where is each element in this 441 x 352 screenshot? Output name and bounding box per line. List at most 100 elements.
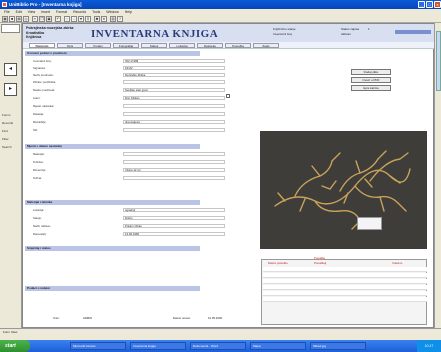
filter-icon[interactable]: ▼ <box>78 16 84 22</box>
menu-item-1[interactable]: Edit <box>16 10 22 14</box>
field-label: Materijal: <box>33 152 45 156</box>
lookup-icon[interactable] <box>226 94 230 98</box>
minimize-button[interactable]: _ <box>418 1 425 8</box>
nav-forward-button[interactable]: ▸ <box>4 83 17 96</box>
menu-item-0[interactable]: File <box>4 10 10 14</box>
field-input[interactable] <box>123 175 225 180</box>
taskbar-task-0[interactable]: Microsoft Access <box>70 342 126 350</box>
field-input[interactable]: Poklon zbirke <box>123 223 225 228</box>
field-input[interactable] <box>123 79 225 84</box>
field-input[interactable] <box>123 151 225 156</box>
new-record-icon[interactable]: ✱ <box>94 16 100 22</box>
print-card-button[interactable]: Ispis kartice <box>351 85 391 91</box>
taskbar-task-1[interactable]: Inventarna knjiga <box>130 342 186 350</box>
copy-icon[interactable]: ❐ <box>39 16 45 22</box>
field-input[interactable]: INV-17489 <box>123 58 225 63</box>
paste-icon[interactable]: ▣ <box>46 16 52 22</box>
grid-row[interactable] <box>263 297 427 302</box>
field-input[interactable] <box>123 127 225 132</box>
add-image-button[interactable]: Dodaj sliku <box>351 69 391 75</box>
field-label: Stanje: <box>33 216 42 220</box>
grid-row[interactable] <box>263 291 427 296</box>
field-input[interactable]: Don čičikan <box>123 95 225 100</box>
menu-item-4[interactable]: Format <box>56 10 67 14</box>
field-input[interactable]: ogradnji <box>123 207 225 212</box>
section-origin: Mjesto i datum nastanka <box>25 144 200 149</box>
tab-1[interactable]: Opis <box>57 43 83 48</box>
maximize-button[interactable]: □ <box>426 1 433 8</box>
tab-8[interactable]: Zapis <box>253 43 279 48</box>
print-icon[interactable]: ▤ <box>16 16 22 22</box>
tab-4[interactable]: Status <box>141 43 167 48</box>
design-view-icon[interactable]: ▦ <box>2 16 8 22</box>
footer-value-a[interactable]: ADMIN <box>83 316 92 320</box>
status-value[interactable]: Aktivan <box>341 32 351 36</box>
lookup-label: Knjižnično stanje <box>273 27 296 31</box>
menu-item-8[interactable]: Help <box>125 10 132 14</box>
nav-item-3[interactable]: Filter <box>2 137 9 141</box>
sort-asc-icon[interactable]: ↑ <box>64 16 70 22</box>
close-button[interactable]: × <box>434 1 441 8</box>
preview-icon[interactable]: ◎ <box>23 16 29 22</box>
vertical-scrollbar[interactable] <box>434 23 441 328</box>
taskbar-task-2[interactable]: Dokument1 - Word <box>190 342 246 350</box>
footer-label-a: Unio: <box>53 316 60 320</box>
tab-2[interactable]: Podaci <box>85 43 111 48</box>
nav-item-1[interactable]: Records <box>2 121 13 125</box>
field-input[interactable]: 13.06.1996 <box>123 231 225 236</box>
footer-value-b[interactable]: 12.05.2006 <box>208 316 222 320</box>
grid-row[interactable] <box>263 279 427 284</box>
export-pdf-button[interactable]: Izvezi u PDF <box>351 77 391 83</box>
taskbar-task-3[interactable]: Mapa <box>250 342 306 350</box>
tab-0[interactable]: Osnovno <box>29 43 55 48</box>
cut-icon[interactable]: ✂ <box>32 16 38 22</box>
tab-6[interactable]: Datoteke <box>197 43 223 48</box>
loans-grid: Posudbe Datum posudbe Posuditelj Vraćeno <box>261 256 427 325</box>
sort-desc-icon[interactable]: ↓ <box>71 16 77 22</box>
taskbar-task-4[interactable]: Slika1.jpg <box>310 342 366 350</box>
menu-item-7[interactable]: Window <box>106 10 118 14</box>
menu-item-6[interactable]: Tools <box>92 10 100 14</box>
footer-label-b: Datum unosa: <box>173 316 191 320</box>
grid-col-borrower: Posuditelj <box>314 261 327 265</box>
field-input[interactable] <box>123 111 225 116</box>
field-input[interactable]: Visina 12 cm <box>123 167 225 172</box>
section-material: Materijal i tehnika <box>25 200 200 205</box>
undo-icon[interactable]: ↶ <box>55 16 61 22</box>
menu-item-2[interactable]: View <box>28 10 36 14</box>
menu-item-5[interactable]: Records <box>73 10 86 14</box>
nav-item-2[interactable]: Find <box>2 129 8 133</box>
scrollbar-thumb[interactable] <box>436 31 441 91</box>
field-input[interactable]: dva stoljeća <box>123 119 225 124</box>
specimen-label-card <box>357 217 382 230</box>
find-icon[interactable]: ⚲ <box>85 16 91 22</box>
lookup-value[interactable]: 1 <box>368 27 370 31</box>
grid-row[interactable] <box>263 273 427 278</box>
field-input[interactable]: Dobro <box>123 215 225 220</box>
section-basic: Osnovni podaci o predmetu <box>25 51 200 56</box>
app-icon <box>2 2 7 7</box>
field-input[interactable] <box>123 103 225 108</box>
grid-row[interactable] <box>263 285 427 290</box>
nav-item-4[interactable]: Search <box>2 145 12 149</box>
taskbar: start Microsoft Access Inventarna knjiga D… <box>0 340 441 352</box>
field-input[interactable]: Svetište stari grad <box>123 87 225 92</box>
tab-5[interactable]: Lokacija <box>169 43 195 48</box>
delete-record-icon[interactable]: ✕ <box>101 16 107 22</box>
tab-7[interactable]: Posudba <box>225 43 251 48</box>
save-icon[interactable]: ■ <box>9 16 15 22</box>
tab-3[interactable]: Fotografija <box>113 43 139 48</box>
help-icon[interactable]: ? <box>117 16 123 22</box>
grid-row[interactable] <box>263 267 427 272</box>
field-input[interactable]: KZ-02 <box>123 65 225 70</box>
nav-back-button[interactable]: ◂ <box>4 63 17 76</box>
field-input[interactable]: Dezirable Zbirka <box>123 72 225 77</box>
menu-item-3[interactable]: Insert <box>41 10 50 14</box>
nav-item-0[interactable]: Forms <box>2 113 11 117</box>
field-label: Lokacija: <box>33 208 45 212</box>
library-name: Pokrajinska muzejska zbirka Kroatistika … <box>26 26 86 40</box>
field-label: Zbirka / podzbirka: <box>33 80 57 84</box>
start-button[interactable]: start <box>0 340 30 352</box>
database-icon[interactable]: ▥ <box>110 16 116 22</box>
field-input[interactable] <box>123 159 225 164</box>
